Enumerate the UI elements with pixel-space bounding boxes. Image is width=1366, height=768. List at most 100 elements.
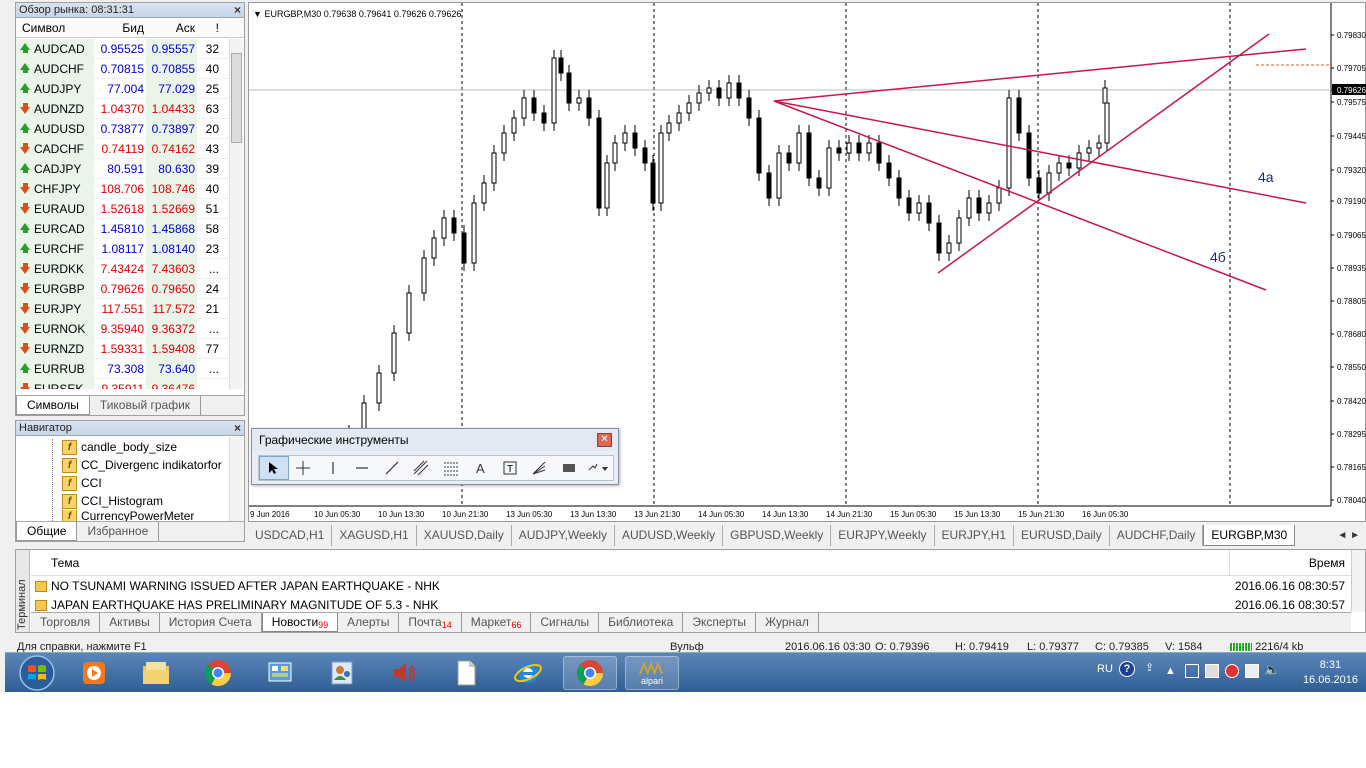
col-time[interactable]: Время bbox=[1309, 550, 1345, 576]
terminal-tab[interactable]: Сигналы bbox=[531, 613, 600, 632]
start-button[interactable] bbox=[9, 653, 61, 693]
col-topic[interactable]: Тема bbox=[51, 550, 79, 576]
market-row-audnzd[interactable]: AUDNZD 1.04370 1.04433 63 bbox=[16, 99, 229, 119]
chart-tab[interactable]: GBPUSD,Weekly bbox=[723, 525, 832, 546]
chart-tab[interactable]: AUDUSD,Weekly bbox=[615, 525, 724, 546]
navigator-scrollbar[interactable] bbox=[229, 437, 243, 521]
market-row-eurrub[interactable]: EURRUB 73.308 73.640... bbox=[16, 359, 229, 379]
market-row-eurcad[interactable]: EURCAD 1.45810 1.45868 58 bbox=[16, 219, 229, 239]
col-bid[interactable]: Бид bbox=[94, 18, 146, 37]
terminal-tab[interactable]: Маркет66 bbox=[462, 613, 532, 632]
internet-explorer-icon[interactable] bbox=[501, 656, 555, 690]
market-row-euraud[interactable]: EURAUD 1.52618 1.52669 51 bbox=[16, 199, 229, 219]
media-player-icon[interactable] bbox=[67, 656, 121, 690]
market-row-eurjpy[interactable]: EURJPY 117.551 117.572 21 bbox=[16, 299, 229, 319]
bid-price: 0.79626 bbox=[100, 282, 144, 296]
market-row-audjpy[interactable]: AUDJPY 77.004 77.029 25 bbox=[16, 79, 229, 99]
tray-app-icon[interactable] bbox=[1185, 664, 1199, 678]
candle-body bbox=[1066, 162, 1072, 169]
users-icon[interactable] bbox=[315, 656, 369, 690]
help-icon[interactable]: ? bbox=[1119, 661, 1135, 677]
news-row[interactable]: NO TSUNAMI WARNING ISSUED AFTER JAPAN EA… bbox=[31, 576, 1351, 596]
chart-tab[interactable]: AUDJPY,Weekly bbox=[512, 525, 615, 546]
chart-tab[interactable]: USDCAD,H1 bbox=[248, 525, 333, 546]
col-symbol[interactable]: Символ bbox=[16, 18, 94, 37]
close-icon[interactable]: × bbox=[234, 421, 241, 436]
market-row-eursek[interactable]: EURSEK 9.35911 9.36476... bbox=[16, 379, 229, 389]
tab-symbols[interactable]: Символы bbox=[16, 396, 90, 415]
scroll-thumb[interactable] bbox=[231, 53, 242, 143]
language-indicator[interactable]: RU bbox=[1097, 663, 1113, 675]
fan-icon[interactable] bbox=[525, 456, 555, 480]
chart-tab[interactable]: XAGUSD,H1 bbox=[332, 525, 417, 546]
terminal-tab[interactable]: Алерты bbox=[338, 613, 400, 632]
market-row-cadjpy[interactable]: CADJPY 80.591 80.630 39 bbox=[16, 159, 229, 179]
col-ask[interactable]: Аск bbox=[146, 18, 197, 37]
terminal-tab[interactable]: Новости99 bbox=[261, 613, 339, 632]
trendline-icon[interactable] bbox=[377, 456, 407, 480]
text-label-icon[interactable]: T bbox=[495, 456, 525, 480]
speaker-icon[interactable] bbox=[377, 656, 431, 690]
market-watch-scrollbar[interactable] bbox=[229, 39, 243, 389]
chart-tab[interactable]: EURUSD,Daily bbox=[1014, 525, 1110, 546]
chart-tab[interactable]: AUDCHF,Daily bbox=[1110, 525, 1204, 546]
tab-tick-chart[interactable]: Тиковый график bbox=[90, 396, 202, 415]
chrome-icon[interactable] bbox=[191, 656, 245, 690]
market-row-eurdkk[interactable]: EURDKK 7.43424 7.43603... bbox=[16, 259, 229, 279]
terminal-tab[interactable]: Торговля bbox=[31, 613, 101, 632]
market-row-audcad[interactable]: AUDCAD 0.95525 0.95557 32 bbox=[16, 39, 229, 59]
close-icon[interactable]: × bbox=[234, 3, 241, 18]
blank-document-icon[interactable] bbox=[439, 656, 493, 690]
chart-menu-icon[interactable]: ▼ bbox=[253, 9, 262, 19]
market-row-eurnzd[interactable]: EURNZD 1.59331 1.59408 77 bbox=[16, 339, 229, 359]
windows-logo-icon[interactable] bbox=[9, 653, 61, 693]
market-row-audusd[interactable]: AUDUSD 0.73877 0.73897 20 bbox=[16, 119, 229, 139]
terminal-tab[interactable]: Журнал bbox=[756, 613, 819, 632]
nav-item[interactable]: f CCI_Histogram bbox=[62, 492, 163, 510]
horizontal-line-icon[interactable] bbox=[348, 456, 378, 480]
chart-tab[interactable]: EURJPY,H1 bbox=[935, 525, 1015, 546]
alpari-terminal-icon[interactable]: alpari bbox=[625, 656, 679, 690]
chrome-active-icon[interactable] bbox=[563, 656, 617, 690]
market-row-audchf[interactable]: AUDCHF 0.70815 0.70855 40 bbox=[16, 59, 229, 79]
chart-tab[interactable]: EURGBP,M30 bbox=[1203, 525, 1296, 546]
tray-flag-icon[interactable] bbox=[1245, 664, 1259, 678]
tray-alert-icon[interactable] bbox=[1225, 664, 1239, 678]
crosshair-icon[interactable] bbox=[289, 456, 319, 480]
nav-item[interactable]: f CC_Divergenc indikatorfor bbox=[62, 456, 222, 474]
tab-scroll-arrows-icon[interactable]: ◄ ► bbox=[1331, 525, 1366, 546]
terminal-tab[interactable]: История Счета bbox=[160, 613, 262, 632]
equidistant-channel-icon[interactable] bbox=[407, 456, 437, 480]
market-row-eurchf[interactable]: EURCHF 1.08117 1.08140 23 bbox=[16, 239, 229, 259]
fibonacci-icon[interactable] bbox=[436, 456, 466, 480]
market-row-cadchf[interactable]: CADCHF 0.74119 0.74162 43 bbox=[16, 139, 229, 159]
terminal-tab[interactable]: Библиотека bbox=[599, 613, 684, 632]
tab-common[interactable]: Общие bbox=[16, 522, 78, 541]
clock[interactable]: 8:31 16.06.2016 bbox=[1303, 658, 1358, 688]
market-row-chfjpy[interactable]: CHFJPY 108.706 108.746 40 bbox=[16, 179, 229, 199]
chart-tab[interactable]: EURJPY,Weekly bbox=[831, 525, 935, 546]
chart-tab[interactable]: XAUUSD,Daily bbox=[417, 525, 512, 546]
text-icon[interactable]: A bbox=[466, 456, 496, 480]
cursor-icon[interactable] bbox=[259, 456, 289, 480]
tab-favorites[interactable]: Избранное bbox=[77, 522, 160, 541]
nav-item[interactable]: f candle_body_size bbox=[62, 438, 177, 456]
terminal-tab[interactable]: Эксперты bbox=[683, 613, 757, 632]
terminal-tab[interactable]: Активы bbox=[100, 613, 160, 632]
col-spread[interactable]: ! bbox=[197, 18, 222, 37]
nav-item[interactable]: f CCI bbox=[62, 474, 102, 492]
arrows-dropdown-icon[interactable] bbox=[584, 456, 614, 480]
tray-volume-icon[interactable]: 🔈 bbox=[1264, 662, 1280, 678]
tray-network-icon[interactable] bbox=[1205, 664, 1219, 678]
tray-expand-icon[interactable]: ⇪ bbox=[1145, 661, 1154, 674]
market-row-eurgbp[interactable]: EURGBP 0.79626 0.79650 24 bbox=[16, 279, 229, 299]
terminal-scrollbar[interactable] bbox=[1351, 550, 1365, 612]
market-row-eurnok[interactable]: EURNOK 9.35940 9.36372... bbox=[16, 319, 229, 339]
tray-arrow-icon[interactable]: ▲ bbox=[1165, 665, 1176, 677]
vertical-line-icon[interactable] bbox=[318, 456, 348, 480]
file-explorer-icon[interactable] bbox=[129, 656, 183, 690]
rectangle-icon[interactable] bbox=[554, 456, 584, 480]
close-icon[interactable]: ✕ bbox=[597, 433, 612, 447]
control-panel-icon[interactable] bbox=[253, 656, 307, 690]
terminal-tab[interactable]: Почта14 bbox=[399, 613, 462, 632]
